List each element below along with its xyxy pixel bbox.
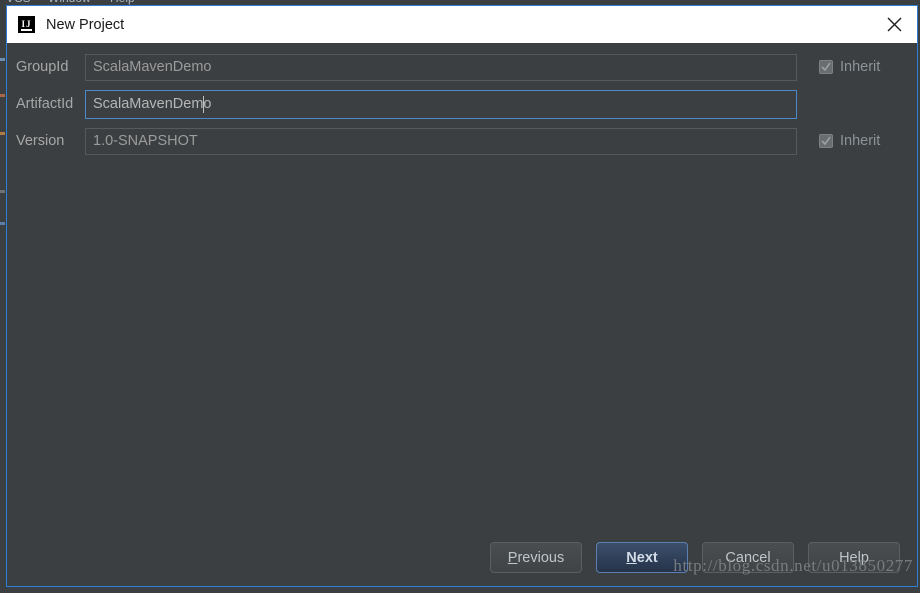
dialog-title: New Project <box>46 16 125 33</box>
form-row-version: Version Inherit <box>7 127 917 155</box>
backdrop-fleck <box>0 132 5 135</box>
previous-button-mnemonic: P <box>507 549 518 566</box>
cancel-button-label: Cancel <box>725 549 771 566</box>
checkmark-icon <box>821 136 831 146</box>
dialog-titlebar: IJ New Project <box>7 6 917 43</box>
dialog-button-bar: Previous Next Cancel Help <box>7 542 917 573</box>
artifactid-input[interactable] <box>85 89 797 119</box>
next-button-label: ext <box>636 549 658 566</box>
help-button[interactable]: Help <box>808 542 900 573</box>
previous-button[interactable]: Previous <box>490 542 582 573</box>
next-button-mnemonic: N <box>626 549 637 566</box>
text-caret <box>203 96 204 113</box>
next-button[interactable]: Next <box>596 542 688 573</box>
intellij-idea-icon: IJ <box>18 16 35 33</box>
groupid-label: GroupId <box>16 59 69 75</box>
backdrop-fleck <box>0 190 5 193</box>
backdrop-fleck <box>0 58 5 61</box>
form-row-groupid: GroupId Inherit <box>7 53 917 81</box>
close-icon[interactable] <box>871 6 917 43</box>
groupid-inherit-label: Inherit <box>840 59 881 75</box>
groupid-inherit-checkbox[interactable] <box>819 60 833 74</box>
version-input[interactable] <box>85 127 797 155</box>
version-label: Version <box>16 133 65 149</box>
backdrop-fleck <box>0 94 5 97</box>
checkmark-icon <box>821 62 831 72</box>
backdrop-fleck <box>0 222 5 225</box>
help-button-label: Help <box>839 549 869 566</box>
groupid-inherit-group[interactable]: Inherit <box>819 59 880 75</box>
dialog-body: GroupId Inherit ArtifactId <box>7 43 917 586</box>
version-inherit-label: Inherit <box>840 133 881 149</box>
new-project-dialog: IJ New Project GroupId Inhe <box>6 5 918 587</box>
version-inherit-checkbox[interactable] <box>819 134 833 148</box>
maven-coordinates-form: GroupId Inherit ArtifactId <box>7 43 917 155</box>
version-inherit-group[interactable]: Inherit <box>819 133 880 149</box>
previous-button-label: revious <box>517 549 565 566</box>
form-row-artifactid: ArtifactId <box>7 89 917 119</box>
groupid-input[interactable] <box>85 53 797 81</box>
cancel-button[interactable]: Cancel <box>702 542 794 573</box>
artifactid-label: ArtifactId <box>16 96 74 112</box>
